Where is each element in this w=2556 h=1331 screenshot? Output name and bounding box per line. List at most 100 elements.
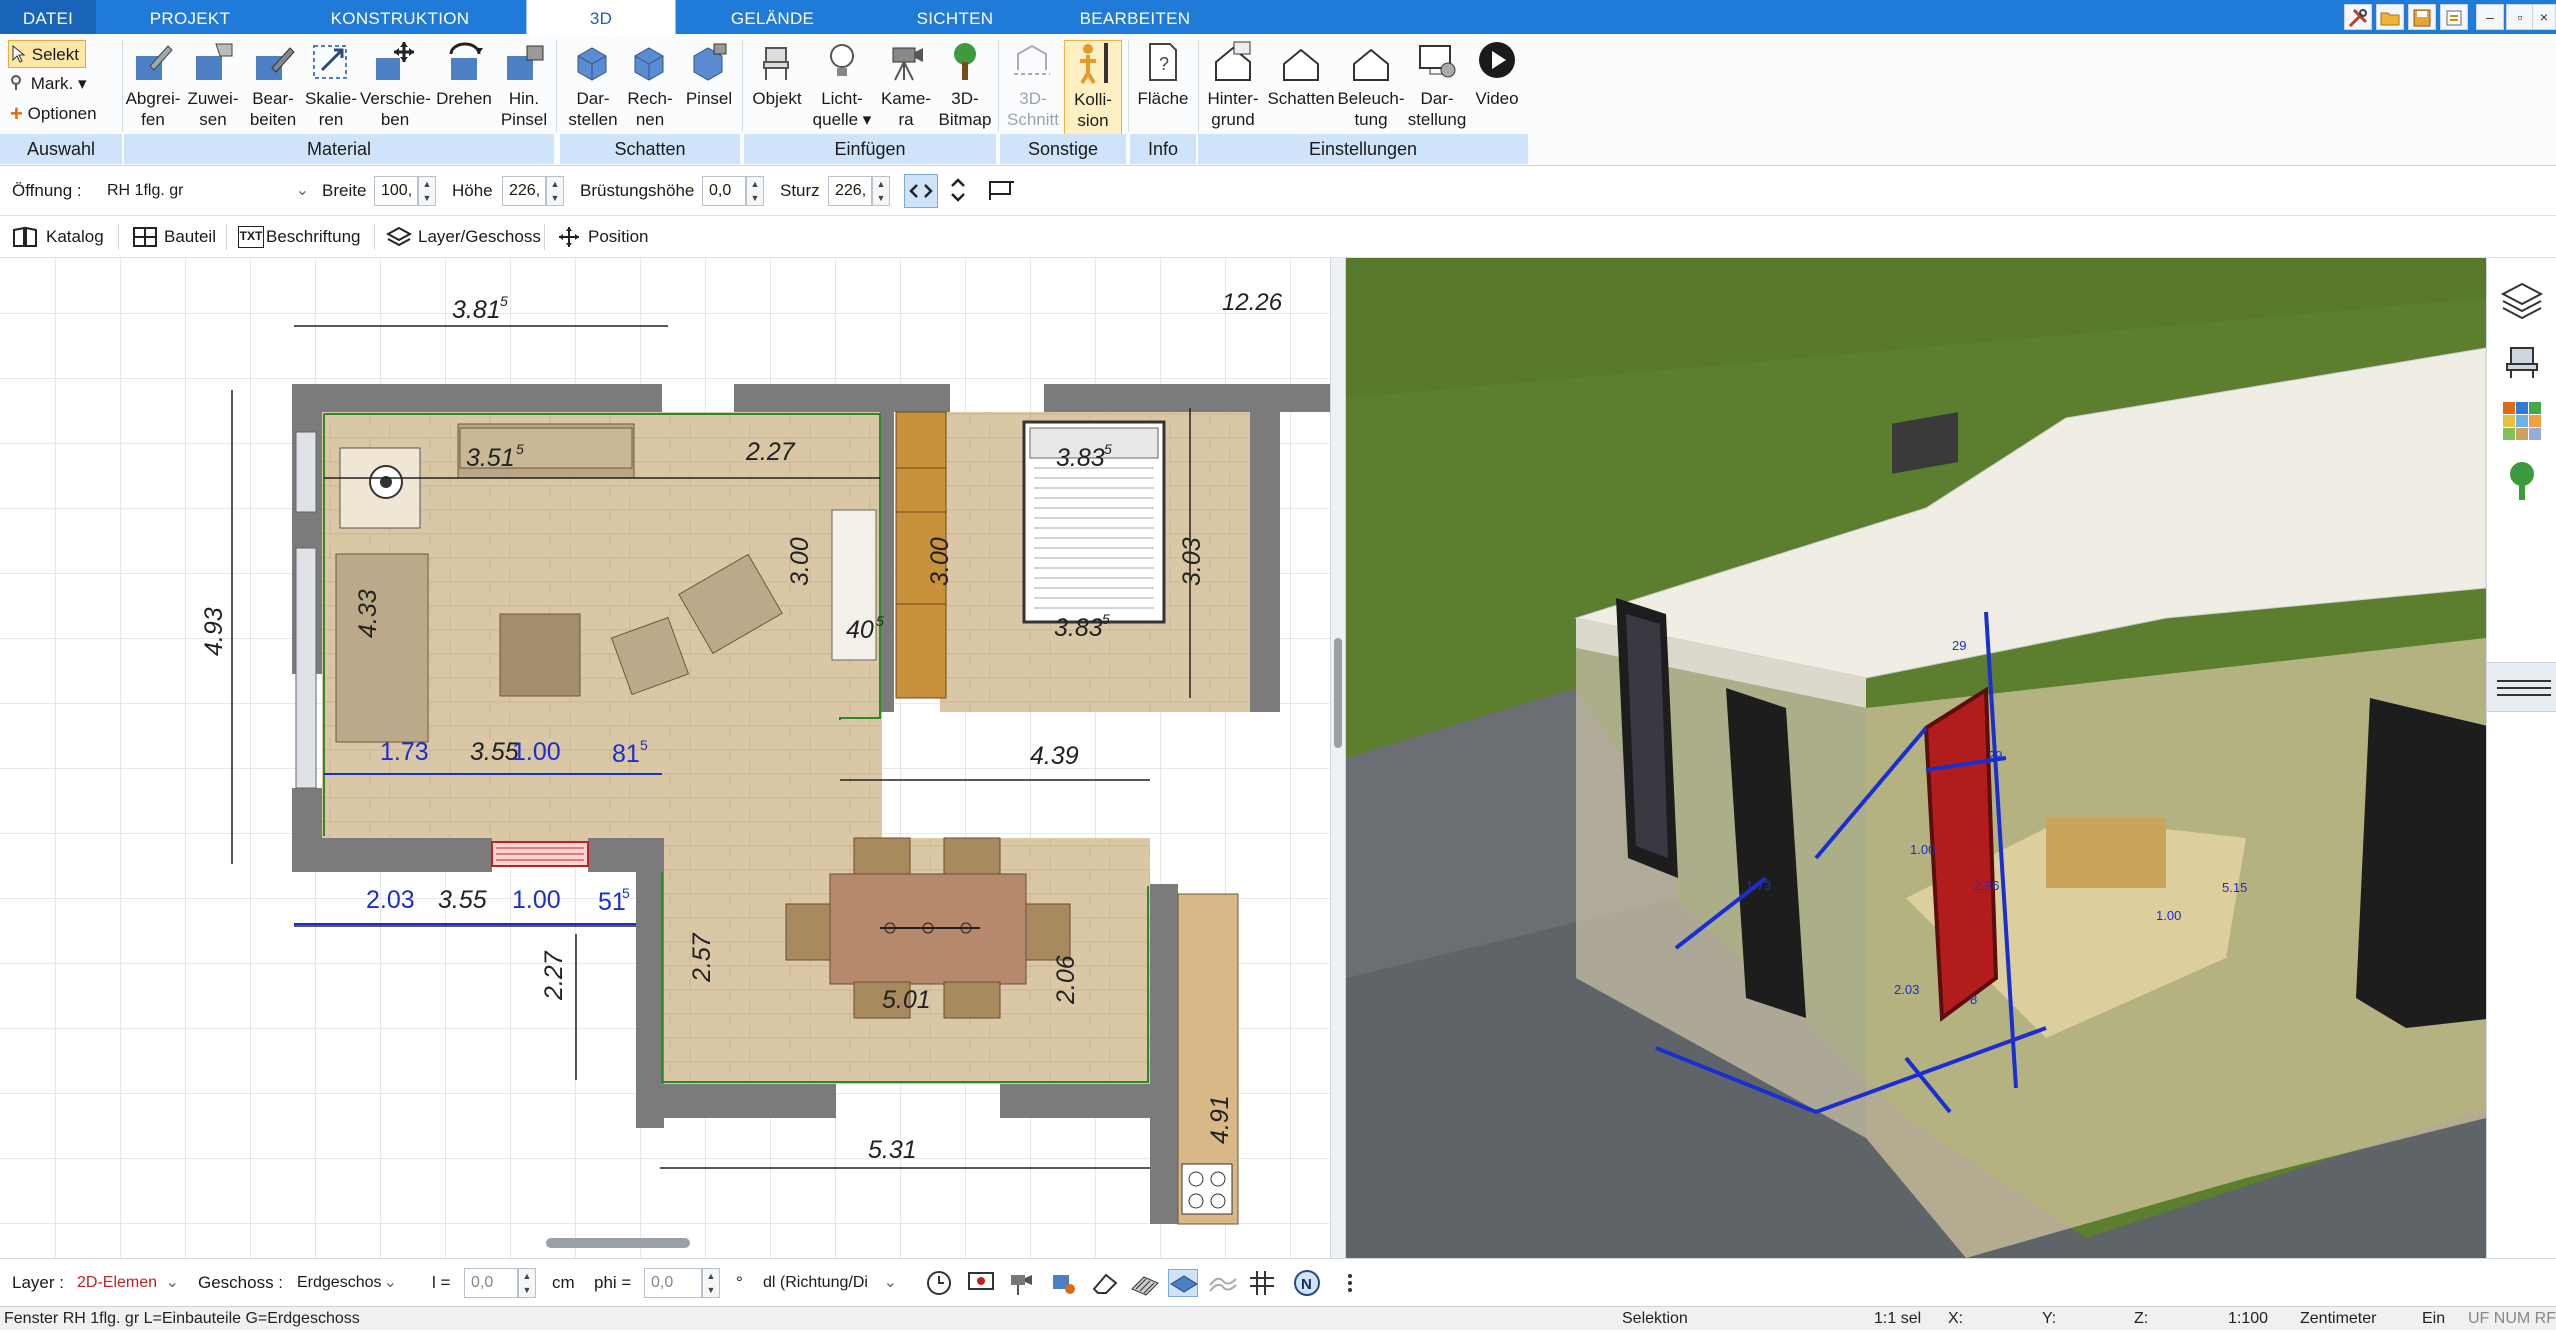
tools-icon[interactable] <box>2344 4 2372 30</box>
restore-button[interactable]: ▫ <box>2506 4 2534 30</box>
view-splitter[interactable] <box>1330 258 1346 1258</box>
hoehe-stepper[interactable]: ▲ ▼ <box>546 176 564 206</box>
window-symbol-icon <box>989 181 1014 200</box>
katalog-button[interactable]: Katalog <box>4 222 114 252</box>
oeffnung-select[interactable]: RH 1flg. gr ⌄ <box>100 176 314 206</box>
folder-icon[interactable] <box>2376 4 2404 30</box>
dim-40: 40 <box>846 616 874 644</box>
hin-pinsel-button[interactable]: Hin. Pinsel <box>496 40 552 140</box>
tab-sichten[interactable]: SICHTEN <box>885 0 1025 34</box>
camera-path-button[interactable] <box>1006 1269 1036 1297</box>
beschriftung-button[interactable]: TXT Beschriftung <box>230 222 370 252</box>
panel-menu-button[interactable] <box>2487 662 2556 712</box>
video-button[interactable]: Video <box>1468 40 1526 140</box>
sturz-input[interactable]: 226, <box>828 176 872 206</box>
group-info: Info <box>1130 134 1196 164</box>
hintergrund-button[interactable]: Hinter- grund <box>1200 40 1266 140</box>
tab-konstruktion[interactable]: KONSTRUKTION <box>320 0 480 34</box>
minimize-button[interactable]: – <box>2476 4 2504 30</box>
hatch-button[interactable] <box>1130 1269 1160 1297</box>
tab-bearbeiten[interactable]: BEARBEITEN <box>1045 0 1225 34</box>
splitter-handle[interactable] <box>1334 638 1342 748</box>
monitor-button[interactable] <box>966 1269 996 1297</box>
drehen-button[interactable]: Drehen <box>432 40 496 140</box>
verschieben-button[interactable]: Verschie- ben <box>360 40 431 140</box>
materials-panel-button[interactable] <box>2499 398 2545 444</box>
window-view-button[interactable] <box>984 174 1018 208</box>
more-options-button[interactable] <box>1344 1269 1356 1297</box>
hin-pinsel-line1: Hin. <box>508 89 540 108</box>
breite-stepper[interactable]: ▲ ▼ <box>418 176 436 206</box>
plants-panel-button[interactable] <box>2499 458 2545 504</box>
save-icon[interactable] <box>2408 4 2436 30</box>
hoehe-input[interactable]: 226, <box>502 176 546 206</box>
clock-button[interactable] <box>924 1269 954 1297</box>
floor-plan-canvas[interactable]: 3.81 5 12.26 3.51 5 2.27 3.83 5 3.83 5 4… <box>0 258 1330 1258</box>
abgreifen-button[interactable]: Abgrei- fen <box>124 40 182 140</box>
3d-render-canvas[interactable]: 29 29 1.00 1.73 2.26 5.15 1.00 2.03 8 <box>1346 258 2486 1258</box>
bruestung-stepper[interactable]: ▲ ▼ <box>746 176 764 206</box>
tab-datei[interactable]: DATEI <box>0 0 96 34</box>
kollision-button[interactable]: Kolli- sion <box>1064 40 1122 140</box>
dl-select[interactable]: dl (Richtung/Di ⌄ <box>756 1268 902 1298</box>
plan-horizontal-scrollbar[interactable] <box>546 1238 690 1248</box>
floor-plan-view[interactable]: 3.81 5 12.26 3.51 5 2.27 3.83 5 3.83 5 4… <box>0 258 1330 1258</box>
skalieren-button[interactable]: Skalie- ren <box>302 40 360 140</box>
breite-input[interactable]: 100, <box>374 176 418 206</box>
tab-projekt[interactable]: PROJEKT <box>130 0 250 34</box>
edit-material-icon <box>256 47 295 80</box>
terrain-button[interactable] <box>1208 1269 1238 1297</box>
layers-panel-button[interactable] <box>2499 278 2545 324</box>
bitmap-button[interactable]: 3D- Bitmap <box>936 40 994 140</box>
l-input[interactable]: 0,0 <box>464 1268 518 1298</box>
kamera-button[interactable]: Kame- ra <box>876 40 936 140</box>
chevron-down-icon: ⌄ <box>883 1274 897 1291</box>
lichtquelle-button[interactable]: Licht- quelle ▾ <box>810 40 874 140</box>
layer-geschoss-button[interactable]: Layer/Geschoss <box>378 222 541 252</box>
floor-plane-icon <box>1170 1275 1198 1293</box>
select-button[interactable]: Selekt <box>8 40 86 68</box>
bauteil-button[interactable]: Bauteil <box>124 222 224 252</box>
settings-icon[interactable] <box>2440 4 2468 30</box>
schatten-einst-line1: Schatten <box>1267 89 1335 108</box>
schatten-pinsel-button[interactable]: Pinsel <box>680 40 738 140</box>
geschoss-select[interactable]: Erdgeschos ⌄ <box>290 1268 402 1298</box>
mark-button[interactable]: Mark. ▾ <box>8 70 104 98</box>
3d-schnitt-button[interactable]: 3D- Schnitt <box>1002 40 1064 140</box>
dl-value: dl (Richtung/Di <box>763 1274 868 1291</box>
schatten-darstellen-button[interactable]: Dar- stellen <box>564 40 622 140</box>
abgreifen-line1: Abgrei- <box>125 89 181 108</box>
objekt-button[interactable]: Objekt <box>746 40 808 140</box>
close-button[interactable]: × <box>2532 4 2556 30</box>
flaeche-line1: Fläche <box>1137 89 1189 108</box>
l-stepper[interactable]: ▲ ▼ <box>518 1268 536 1298</box>
status-message: Fenster RH 1flg. gr L=Einbauteile G=Erdg… <box>4 1310 360 1327</box>
horizontal-flip-button[interactable] <box>904 174 938 208</box>
position-button[interactable]: Position <box>548 222 658 252</box>
schatten-einstellung-button[interactable]: Schatten <box>1266 40 1336 140</box>
phi-input[interactable]: 0,0 <box>644 1268 702 1298</box>
schatten-rechnen-button[interactable]: Rech- nen <box>622 40 678 140</box>
eraser-button[interactable] <box>1090 1269 1120 1297</box>
tab-3d[interactable]: 3D <box>526 0 676 34</box>
sturz-stepper[interactable]: ▲ ▼ <box>872 176 890 206</box>
bruestung-input[interactable]: 0,0 <box>702 176 746 206</box>
bearbeiten-button[interactable]: Bear- beiten <box>244 40 302 140</box>
phi-stepper[interactable]: ▲ ▼ <box>702 1268 720 1298</box>
vertical-flip-button[interactable] <box>942 174 976 208</box>
beleuchtung-button[interactable]: Beleuch- tung <box>1336 40 1406 140</box>
north-button[interactable]: N <box>1292 1269 1322 1297</box>
flaeche-button[interactable]: ? Fläche <box>1132 40 1194 140</box>
optionen-button[interactable]: + Optionen <box>8 100 118 128</box>
grid-button[interactable] <box>1248 1269 1278 1297</box>
tab-gelaende[interactable]: GELÄNDE <box>705 0 840 34</box>
furniture-panel-button[interactable] <box>2499 338 2545 384</box>
chevron-down-icon: ⌄ <box>165 1274 179 1291</box>
3d-view[interactable]: 29 29 1.00 1.73 2.26 5.15 1.00 2.03 8 <box>1346 258 2486 1258</box>
layer-select[interactable]: 2D-Elemen ⌄ <box>70 1268 184 1298</box>
floor-layer-button[interactable] <box>1168 1269 1198 1297</box>
zuweisen-button[interactable]: Zuwei- sen <box>184 40 242 140</box>
pin-button[interactable] <box>1048 1269 1078 1297</box>
darstellung-button[interactable]: Dar- stellung <box>1406 40 1468 140</box>
3d-label-173: 1.73 <box>1746 878 1771 893</box>
